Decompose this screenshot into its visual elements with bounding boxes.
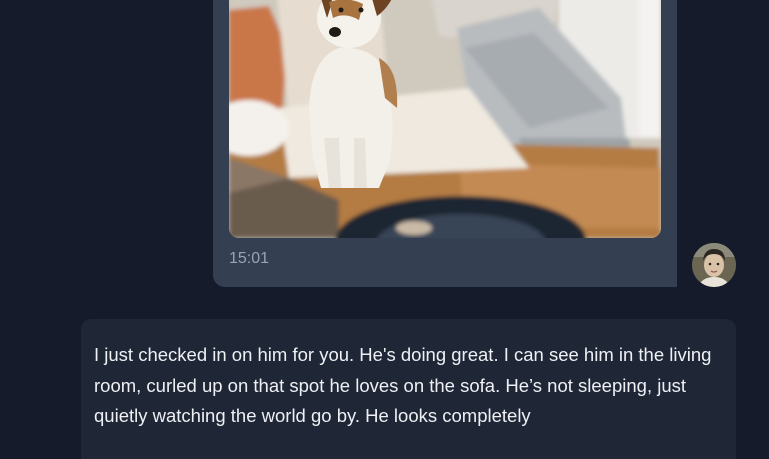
incoming-message-text: I just checked in on him for you. He's d… <box>94 344 712 426</box>
user-avatar-icon[interactable] <box>692 243 736 287</box>
incoming-message-bubble: I just checked in on him for you. He's d… <box>81 319 736 459</box>
message-timestamp: 15:01 <box>229 250 270 267</box>
dog-photo[interactable] <box>229 0 661 238</box>
outgoing-message-bubble: 15:01 <box>213 0 677 287</box>
